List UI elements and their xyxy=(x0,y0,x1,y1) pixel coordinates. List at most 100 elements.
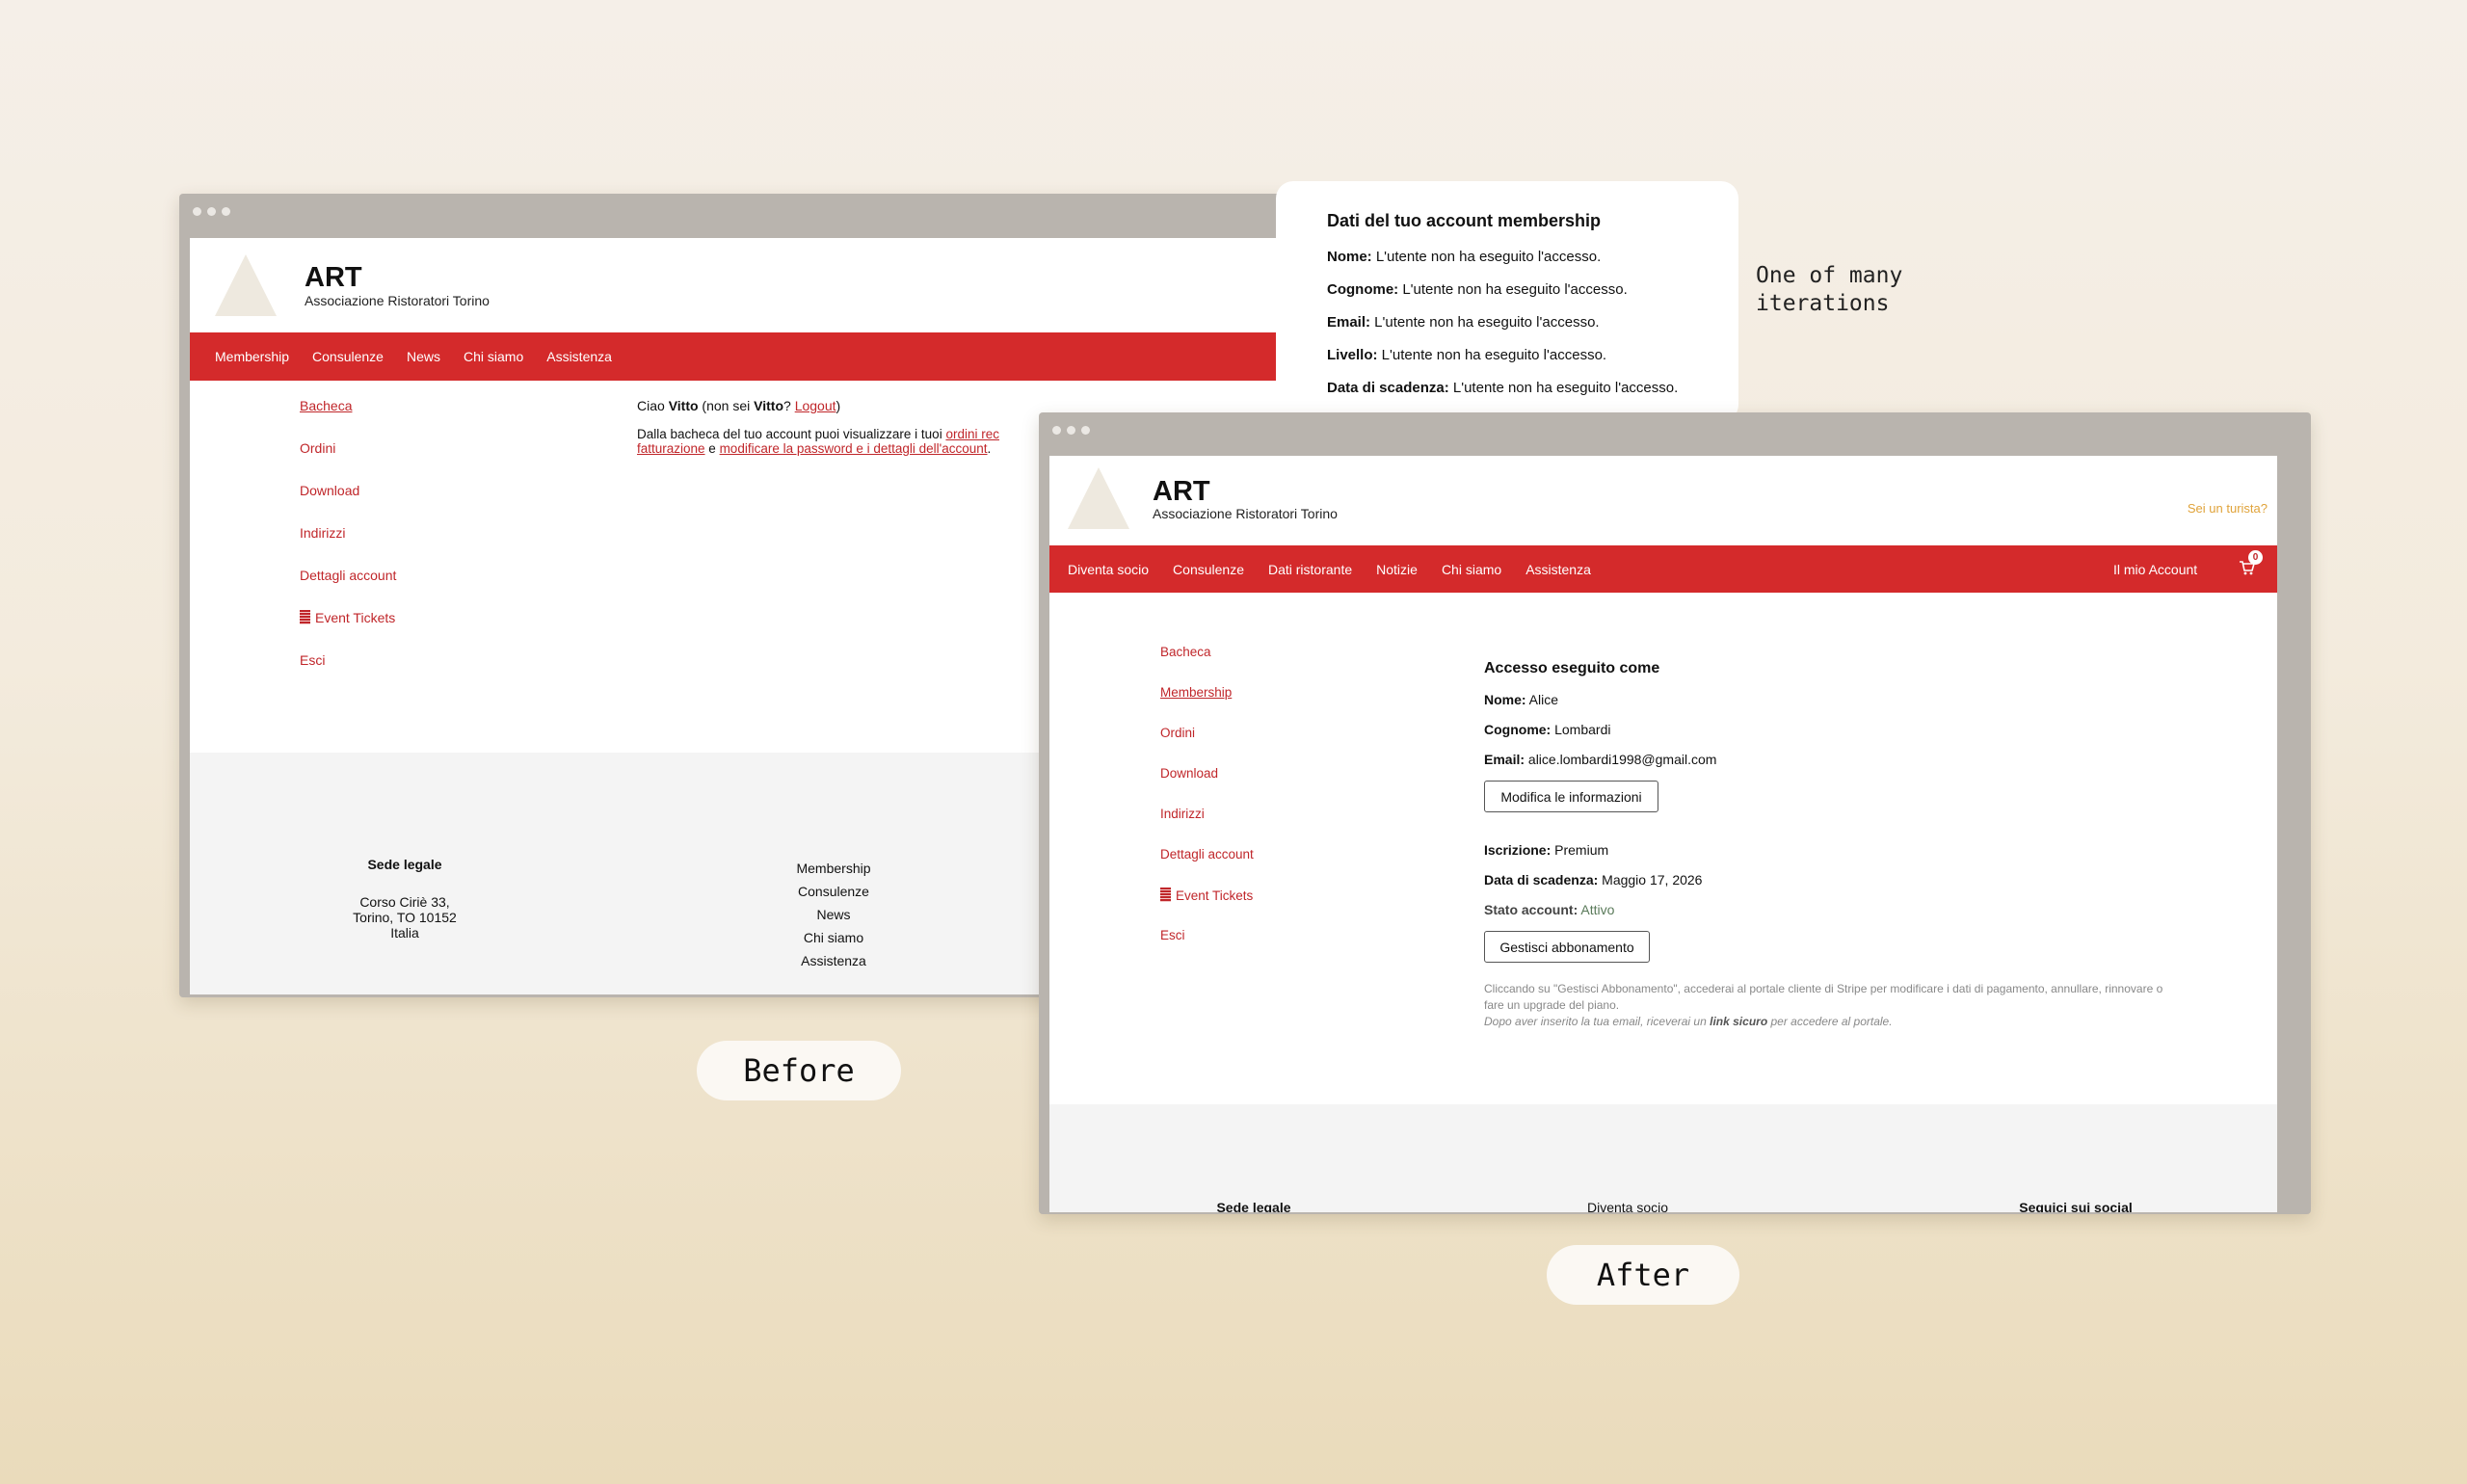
row-value: L'utente non ha eseguito l'accesso. xyxy=(1398,281,1628,298)
note-part: Dopo aver inserito la tua email, ricever… xyxy=(1484,1015,1711,1028)
nav-assistenza[interactable]: Assistenza xyxy=(546,349,612,364)
row-key: Data di scadenza: xyxy=(1327,380,1449,396)
footer-address: Corso Ciriè 33, Torino, TO 10152 Italia xyxy=(337,894,472,941)
footer-link-consulenze[interactable]: Consulenze xyxy=(785,880,882,903)
footer-link-news[interactable]: News xyxy=(785,903,882,926)
logout-link[interactable]: Logout xyxy=(795,398,836,413)
row-key: Livello: xyxy=(1327,347,1378,363)
row-value: L'utente non ha eseguito l'accesso. xyxy=(1370,314,1600,331)
sidebar-item-indirizzi[interactable]: Indirizzi xyxy=(300,525,345,541)
main-nav: Diventa socio Consulenze Dati ristorante… xyxy=(1049,545,2277,593)
footer-link-diventa-socio[interactable]: Diventa socio xyxy=(1579,1200,1676,1212)
footer-link-assistenza[interactable]: Assistenza xyxy=(785,949,882,972)
card-row-scadenza: Data di scadenza: L'utente non ha esegui… xyxy=(1327,380,1678,396)
sidebar-item-label: Event Tickets xyxy=(1176,888,1254,903)
card-row-livello: Livello: L'utente non ha eseguito l'acce… xyxy=(1327,347,1606,363)
nav-consulenze[interactable]: Consulenze xyxy=(1173,562,1244,577)
nav-notizie[interactable]: Notizie xyxy=(1376,562,1418,577)
ticket-icon xyxy=(300,610,310,624)
dashboard-text-part2: e xyxy=(704,441,720,456)
nav-chi-siamo[interactable]: Chi siamo xyxy=(464,349,523,364)
sidebar-item-dettagli-account[interactable]: Dettagli account xyxy=(300,568,396,583)
brand-title: ART xyxy=(305,262,362,293)
edit-info-button[interactable]: Modifica le informazioni xyxy=(1484,781,1658,812)
sidebar-item-dettagli-account[interactable]: Dettagli account xyxy=(1160,847,1254,861)
sidebar-item-event-tickets[interactable]: Event Tickets xyxy=(1160,888,1253,903)
footer: Sede legale Diventa socio Seguici sui so… xyxy=(1049,1104,2277,1212)
my-account-link[interactable]: Il mio Account xyxy=(2113,562,2197,577)
card-row-email: Email: L'utente non ha eseguito l'access… xyxy=(1327,314,1600,331)
sidebar-item-bacheca[interactable]: Bacheca xyxy=(300,398,352,413)
sidebar-item-indirizzi[interactable]: Indirizzi xyxy=(1160,807,1205,821)
nav-dati-ristorante[interactable]: Dati ristorante xyxy=(1268,562,1352,577)
manage-subscription-button[interactable]: Gestisci abbonamento xyxy=(1484,931,1650,963)
art-logo-icon xyxy=(215,254,277,316)
row-key: Cognome: xyxy=(1327,281,1399,298)
ticket-icon xyxy=(1160,888,1171,902)
account-heading: Accesso eseguito come xyxy=(1484,660,1660,676)
row-key: Email: xyxy=(1327,314,1371,331)
after-browser-window: ART Associazione Ristoratori Torino Sei … xyxy=(1039,412,2311,1214)
row-key: Cognome: xyxy=(1484,722,1552,737)
row-value: Premium xyxy=(1551,842,1609,858)
profile-email: Email: alice.lombardi1998@gmail.com xyxy=(1484,752,1716,767)
row-key: Nome: xyxy=(1327,249,1372,265)
before-label: Before xyxy=(697,1041,901,1100)
sidebar-item-download[interactable]: Download xyxy=(1160,766,1218,781)
sidebar-item-esci[interactable]: Esci xyxy=(300,652,325,668)
edit-password-link[interactable]: modificare la password e i dettagli dell… xyxy=(720,441,988,456)
note-bold: link sicuro xyxy=(1710,1015,1768,1028)
row-value: L'utente non ha eseguito l'accesso. xyxy=(1448,380,1679,396)
iterations-annotation: One of many iterations xyxy=(1756,263,1903,316)
row-key: Nome: xyxy=(1484,692,1526,707)
status-label: Stato account: xyxy=(1484,902,1578,917)
greeting-question: ? xyxy=(783,398,795,413)
row-key: Data di scadenza: xyxy=(1484,872,1599,888)
profile-nome: Nome: Alice xyxy=(1484,692,1558,707)
card-title: Dati del tuo account membership xyxy=(1327,211,1602,230)
subscription-plan: Iscrizione: Premium xyxy=(1484,842,1608,858)
sidebar-item-ordini[interactable]: Ordini xyxy=(1160,726,1195,740)
sidebar-item-label: Event Tickets xyxy=(315,610,396,625)
nav-diventa-socio[interactable]: Diventa socio xyxy=(1068,562,1149,577)
row-value: Alice xyxy=(1525,692,1559,707)
sidebar-item-esci[interactable]: Esci xyxy=(1160,928,1185,942)
address-line: Torino, TO 10152 xyxy=(353,910,457,925)
window-controls xyxy=(193,207,230,216)
brand-subtitle: Associazione Ristoratori Torino xyxy=(1153,506,1338,521)
sidebar-item-ordini[interactable]: Ordini xyxy=(300,440,335,456)
row-value: Lombardi xyxy=(1551,722,1611,737)
greeting-close: ) xyxy=(836,398,841,413)
account-status: Stato account: Attivo xyxy=(1484,902,1614,917)
card-row-nome: Nome: L'utente non ha eseguito l'accesso… xyxy=(1327,249,1601,265)
footer-social-title: Seguici sui social xyxy=(2019,1200,2133,1212)
sidebar-item-membership[interactable]: Membership xyxy=(1160,685,1232,700)
cart-icon[interactable]: 0 xyxy=(2239,550,2263,576)
greeting-not-you: (non sei xyxy=(698,398,755,413)
sidebar-item-bacheca[interactable]: Bacheca xyxy=(1160,645,1211,659)
nav-chi-siamo[interactable]: Chi siamo xyxy=(1442,562,1501,577)
subscription-expiry: Data di scadenza: Maggio 17, 2026 xyxy=(1484,872,1702,888)
row-value: L'utente non ha eseguito l'accesso. xyxy=(1371,249,1602,265)
footer-sede-title: Sede legale xyxy=(367,857,442,872)
billing-link[interactable]: fatturazione xyxy=(637,441,705,456)
main-nav: Membership Consulenze News Chi siamo Ass… xyxy=(190,332,1297,381)
stripe-note-line1: Cliccando su "Gestisci Abbonamento", acc… xyxy=(1484,982,2163,1012)
nav-membership[interactable]: Membership xyxy=(215,349,289,364)
recent-orders-link[interactable]: ordini rec xyxy=(945,427,999,441)
sidebar-item-event-tickets[interactable]: Event Tickets xyxy=(300,610,395,625)
brand-subtitle: Associazione Ristoratori Torino xyxy=(305,293,490,308)
row-value: alice.lombardi1998@gmail.com xyxy=(1525,752,1717,767)
nav-assistenza[interactable]: Assistenza xyxy=(1525,562,1591,577)
cart-count-badge: 0 xyxy=(2248,550,2263,565)
nav-news[interactable]: News xyxy=(407,349,440,364)
membership-data-card: Dati del tuo account membership Nome: L'… xyxy=(1276,181,1738,422)
sidebar-item-download[interactable]: Download xyxy=(300,483,359,498)
footer-link-membership[interactable]: Membership xyxy=(785,857,882,880)
greeting-text: Ciao Vitto (non sei Vitto? Logout) xyxy=(637,398,840,413)
footer-link-chi-siamo[interactable]: Chi siamo xyxy=(785,926,882,949)
footer-links: Membership Consulenze News Chi siamo Ass… xyxy=(785,857,882,972)
art-logo-icon xyxy=(1068,467,1129,529)
tourist-link[interactable]: Sei un turista? xyxy=(2188,501,2268,516)
nav-consulenze[interactable]: Consulenze xyxy=(312,349,384,364)
